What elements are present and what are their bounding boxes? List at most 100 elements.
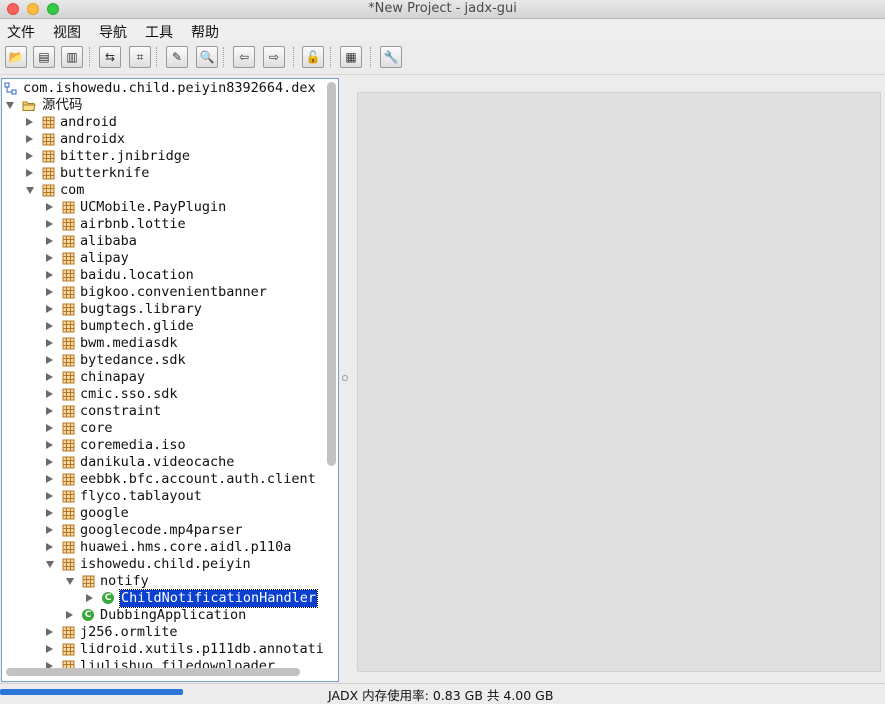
open-file-button[interactable]: 📂 bbox=[5, 46, 27, 68]
collapsed-arrow-icon[interactable] bbox=[46, 373, 53, 381]
collapsed-arrow-icon[interactable] bbox=[46, 288, 53, 296]
export-icon: ▥ bbox=[66, 50, 78, 64]
tree-item[interactable]: alipay bbox=[2, 250, 338, 267]
tree-item[interactable]: bytedance.sdk bbox=[2, 352, 338, 369]
decompile-all-button[interactable]: 🔓 bbox=[302, 46, 324, 68]
tree-item-selected[interactable]: C ChildNotificationHandler bbox=[2, 589, 338, 608]
collapsed-arrow-icon[interactable] bbox=[46, 254, 53, 262]
collapsed-arrow-icon[interactable] bbox=[46, 509, 53, 517]
collapsed-arrow-icon[interactable] bbox=[66, 611, 73, 619]
tree-item[interactable]: j256.ormlite bbox=[2, 624, 338, 641]
collapsed-arrow-icon[interactable] bbox=[46, 407, 53, 415]
dex-file-icon bbox=[4, 82, 17, 95]
title-bar: *New Project - jadx-gui bbox=[0, 0, 885, 19]
tree-item[interactable]: lidroid.xutils.p111db.annotati bbox=[2, 641, 338, 658]
tree-item[interactable]: airbnb.lottie bbox=[2, 216, 338, 233]
code-editor-area[interactable] bbox=[357, 92, 881, 672]
collapsed-arrow-icon[interactable] bbox=[46, 203, 53, 211]
tree-item[interactable]: butterknife bbox=[2, 165, 338, 182]
collapsed-arrow-icon[interactable] bbox=[46, 526, 53, 534]
tree-item[interactable]: core bbox=[2, 420, 338, 437]
collapsed-arrow-icon[interactable] bbox=[46, 475, 53, 483]
search-text-button[interactable]: ✎ bbox=[166, 46, 188, 68]
package-icon bbox=[62, 473, 75, 486]
collapsed-arrow-icon[interactable] bbox=[46, 492, 53, 500]
tree-item[interactable]: bwm.mediasdk bbox=[2, 335, 338, 352]
collapsed-arrow-icon[interactable] bbox=[46, 628, 53, 636]
tree-item[interactable]: danikula.videocache bbox=[2, 454, 338, 471]
collapsed-arrow-icon[interactable] bbox=[46, 543, 53, 551]
collapsed-arrow-icon[interactable] bbox=[46, 237, 53, 245]
collapsed-arrow-icon[interactable] bbox=[46, 441, 53, 449]
collapsed-arrow-icon[interactable] bbox=[46, 339, 53, 347]
log-viewer-button[interactable]: ▦ bbox=[340, 46, 362, 68]
tree-item[interactable]: bumptech.glide bbox=[2, 318, 338, 335]
expanded-arrow-icon[interactable] bbox=[6, 102, 14, 109]
preferences-button[interactable]: 🔧 bbox=[380, 46, 402, 68]
collapsed-arrow-icon[interactable] bbox=[26, 135, 33, 143]
tree-item[interactable]: huawei.hms.core.aidl.p110a bbox=[2, 539, 338, 556]
tree-item[interactable]: chinapay bbox=[2, 369, 338, 386]
tree-item[interactable]: cmic.sso.sdk bbox=[2, 386, 338, 403]
back-button[interactable]: ⇦ bbox=[233, 46, 255, 68]
collapsed-arrow-icon[interactable] bbox=[46, 390, 53, 398]
tree-item[interactable]: notify bbox=[2, 573, 338, 590]
tree-item[interactable]: eebbk.bfc.account.auth.client bbox=[2, 471, 338, 488]
tree-item[interactable]: flyco.tablayout bbox=[2, 488, 338, 505]
package-icon bbox=[42, 150, 55, 163]
tree-item-label: huawei.hms.core.aidl.p110a bbox=[80, 539, 292, 555]
sync-tree-button[interactable]: ⇆ bbox=[99, 46, 121, 68]
tree-item[interactable]: ishowedu.child.peiyin bbox=[2, 556, 338, 573]
tree-item[interactable]: bugtags.library bbox=[2, 301, 338, 318]
tree-item[interactable]: android bbox=[2, 114, 338, 131]
collapsed-arrow-icon[interactable] bbox=[46, 271, 53, 279]
tree-item[interactable]: C DubbingApplication bbox=[2, 607, 338, 624]
collapsed-arrow-icon[interactable] bbox=[46, 220, 53, 228]
export-button[interactable]: ▥ bbox=[61, 46, 83, 68]
collapsed-arrow-icon[interactable] bbox=[46, 322, 53, 330]
tree-item-label: flyco.tablayout bbox=[80, 488, 202, 504]
collapsed-arrow-icon[interactable] bbox=[26, 118, 33, 126]
divider-grip-icon[interactable] bbox=[342, 375, 348, 381]
toolbar-separator bbox=[223, 47, 224, 67]
tree-source-folder[interactable]: 源代码 bbox=[2, 97, 338, 114]
project-tree[interactable]: com.ishowedu.child.peiyin8392664.dex 源代码 a… bbox=[1, 78, 339, 682]
tree-item[interactable]: androidx bbox=[2, 131, 338, 148]
tree-item[interactable]: baidu.location bbox=[2, 267, 338, 284]
expanded-arrow-icon[interactable] bbox=[66, 578, 74, 585]
tree-item[interactable]: bigkoo.convenientbanner bbox=[2, 284, 338, 301]
collapsed-arrow-icon[interactable] bbox=[46, 458, 53, 466]
package-icon bbox=[42, 116, 55, 129]
tree-item[interactable]: bitter.jnibridge bbox=[2, 148, 338, 165]
flatten-packages-button[interactable]: ⌗ bbox=[129, 46, 151, 68]
collapsed-arrow-icon[interactable] bbox=[26, 169, 33, 177]
forward-button[interactable]: ⇨ bbox=[263, 46, 285, 68]
collapsed-arrow-icon[interactable] bbox=[86, 594, 93, 602]
menu-view[interactable]: 视图 bbox=[53, 22, 81, 42]
collapsed-arrow-icon[interactable] bbox=[46, 356, 53, 364]
menu-help[interactable]: 帮助 bbox=[191, 22, 219, 42]
expanded-arrow-icon[interactable] bbox=[26, 187, 34, 194]
tree-item[interactable]: coremedia.iso bbox=[2, 437, 338, 454]
expanded-arrow-icon[interactable] bbox=[46, 561, 54, 568]
menu-tools[interactable]: 工具 bbox=[145, 22, 173, 42]
tree-item[interactable]: constraint bbox=[2, 403, 338, 420]
collapsed-arrow-icon[interactable] bbox=[46, 645, 53, 653]
decompile-all-icon: 🔓 bbox=[305, 50, 321, 64]
tree-root-dex[interactable]: com.ishowedu.child.peiyin8392664.dex bbox=[2, 80, 338, 97]
tree-item[interactable]: UCMobile.PayPlugin bbox=[2, 199, 338, 216]
search-class-button[interactable]: 🔍 bbox=[196, 46, 218, 68]
tree-item[interactable]: alibaba bbox=[2, 233, 338, 250]
collapsed-arrow-icon[interactable] bbox=[26, 152, 33, 160]
tree-item[interactable]: google bbox=[2, 505, 338, 522]
tree-item[interactable]: googlecode.mp4parser bbox=[2, 522, 338, 539]
tree-item[interactable]: com bbox=[2, 182, 338, 199]
save-all-button[interactable]: ▤ bbox=[33, 46, 55, 68]
collapsed-arrow-icon[interactable] bbox=[46, 424, 53, 432]
menu-navigation[interactable]: 导航 bbox=[99, 22, 127, 42]
tree-horizontal-scrollbar[interactable] bbox=[6, 668, 300, 676]
menu-file[interactable]: 文件 bbox=[7, 22, 35, 42]
tree-vertical-scrollbar[interactable] bbox=[327, 82, 336, 466]
collapsed-arrow-icon[interactable] bbox=[46, 305, 53, 313]
package-icon bbox=[62, 269, 75, 282]
